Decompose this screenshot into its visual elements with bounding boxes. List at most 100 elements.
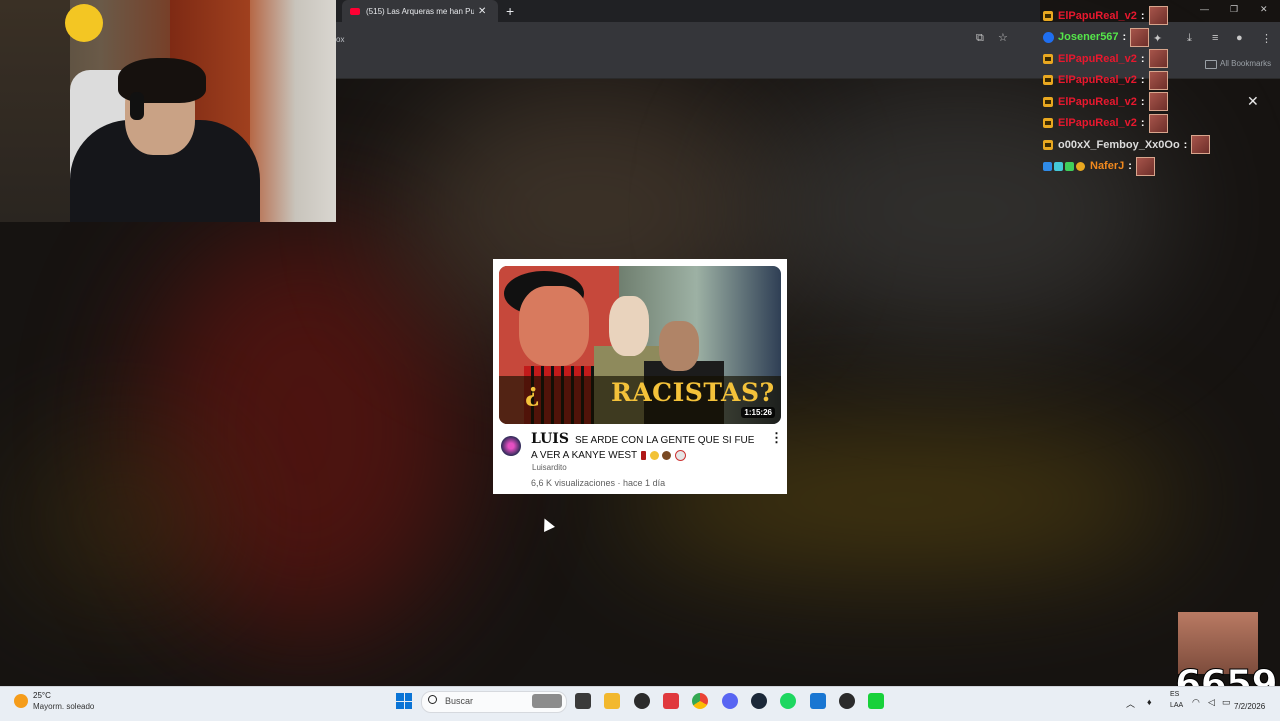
chat-message: ElPapuReal_v2 : [1043, 70, 1243, 92]
video-title[interactable]: LUIS SE ARDE CON LA GENTE QUE SI FUE A VE… [531, 432, 761, 463]
star-badge-icon [1065, 161, 1074, 171]
start-button[interactable] [396, 693, 412, 709]
emote-icon [1148, 49, 1168, 69]
file-explorer-icon[interactable] [604, 693, 620, 709]
emote-icon [1148, 92, 1168, 112]
search-highlight-image [532, 694, 562, 708]
chat-message: o00xX_Femboy_Xx0Oo : [1043, 134, 1243, 156]
badge-group [1043, 161, 1085, 171]
emote-icon [1191, 135, 1211, 155]
chat-username: ElPapuReal_v2 [1058, 74, 1137, 87]
chat-username: ElPapuReal_v2 [1058, 95, 1137, 108]
video-card[interactable]: ¿ RACISTAS? 1:15:26 LUIS SE ARDE CON LA G… [493, 259, 787, 494]
more-options-icon[interactable]: ⋮ [770, 431, 783, 444]
webcam-figurine [65, 4, 103, 42]
app-red-icon[interactable] [663, 693, 679, 709]
chat-separator: : [1140, 9, 1145, 22]
chat-message: ElPapuReal_v2 : [1043, 91, 1243, 113]
thumbnail-text: RACISTAS? [611, 378, 775, 407]
chat-username: o00xX_Femboy_Xx0Oo [1058, 138, 1180, 151]
spotify-icon[interactable] [780, 693, 796, 709]
thumbnail-person-head [609, 296, 649, 356]
menu-icon[interactable]: ⋮ [1261, 32, 1272, 45]
thumbnail-cartoon-face [519, 286, 589, 366]
emote-icon [1148, 6, 1168, 26]
chat-message: ElPapuReal_v2 : [1043, 5, 1243, 27]
microphone-icon[interactable]: ♦ [1147, 697, 1152, 707]
task-view-icon[interactable] [575, 693, 591, 709]
discord-icon[interactable] [722, 693, 738, 709]
search-placeholder: Buscar [445, 696, 474, 706]
youtube-favicon-icon [350, 7, 360, 15]
title-logo: LUIS [531, 431, 569, 447]
chat-message: NaferJ : [1043, 156, 1243, 178]
app-dark-icon[interactable] [839, 693, 855, 709]
address-text: ox [336, 35, 345, 44]
new-tab-icon[interactable]: + [506, 3, 514, 19]
chat-separator: : [1128, 160, 1132, 173]
emoji-icon [662, 450, 672, 460]
stream-chat: ElPapuReal_v2 : Josener567 : ElPapuReal_… [1043, 5, 1243, 177]
weather-description[interactable]: Mayorm. soleado [33, 702, 94, 711]
emoji-icon [640, 450, 646, 460]
emote-icon [1148, 70, 1168, 90]
chat-separator: : [1122, 31, 1127, 44]
steam-icon[interactable] [751, 693, 767, 709]
channel-avatar[interactable] [501, 436, 521, 456]
weather-sun-icon[interactable] [14, 694, 28, 708]
bookmark-star-icon[interactable]: ☆ [998, 31, 1008, 44]
volume-icon[interactable]: ◁ [1208, 697, 1215, 708]
webcam-feed [0, 0, 336, 222]
chat-username: ElPapuReal_v2 [1058, 117, 1137, 130]
app-green-icon[interactable] [868, 693, 884, 709]
emote-icon [1130, 27, 1150, 47]
emoji-icon [675, 449, 687, 461]
close-overlay-icon[interactable]: ✕ [1247, 93, 1259, 110]
wifi-icon[interactable]: ◠ [1192, 697, 1200, 708]
weather-temperature[interactable]: 25°C [33, 691, 51, 700]
chat-separator: : [1140, 95, 1145, 108]
emote-icon [1148, 113, 1168, 133]
channel-name[interactable]: Luisardito [532, 463, 567, 472]
prime-badge-icon [1043, 161, 1052, 171]
tab-close-icon[interactable]: ✕ [478, 6, 486, 17]
language-indicator[interactable]: ES [1170, 691, 1179, 698]
chat-username: Josener567 [1058, 31, 1119, 44]
search-icon [428, 695, 437, 704]
chrome-icon[interactable] [692, 693, 708, 709]
chat-separator: : [1140, 117, 1145, 130]
emote-icon [1135, 156, 1155, 176]
subscriber-badge-icon [1043, 10, 1053, 21]
battery-icon[interactable]: ▭ [1222, 697, 1231, 708]
chat-separator: : [1140, 74, 1145, 87]
video-duration: 1:15:26 [741, 407, 775, 418]
browser-tab[interactable]: (515) Las Arqueras me han Pue ✕ [342, 0, 498, 22]
webcam-shelf [0, 0, 70, 222]
keyboard-layout[interactable]: LAA [1170, 702, 1183, 709]
gem-badge-icon [1054, 161, 1063, 171]
background-blob-left [20, 440, 220, 600]
obs-icon[interactable] [634, 693, 650, 709]
install-app-icon[interactable]: ⧉ [976, 32, 984, 45]
tray-chevron-icon[interactable]: ︿ [1126, 697, 1135, 710]
chat-username: NaferJ [1090, 160, 1125, 173]
webcam-headset [130, 92, 144, 120]
chat-username: ElPapuReal_v2 [1058, 9, 1137, 22]
video-thumbnail[interactable]: ¿ RACISTAS? 1:15:26 [499, 266, 781, 424]
chat-username: ElPapuReal_v2 [1058, 52, 1137, 65]
notepad-icon[interactable] [810, 693, 826, 709]
close-window-icon[interactable]: ✕ [1260, 4, 1268, 15]
taskbar-date[interactable]: 7/2/2026 [1234, 702, 1265, 711]
subscriber-badge-icon [1043, 53, 1053, 64]
emoji-icon [649, 450, 659, 460]
subscriber-badge-icon [1043, 75, 1053, 86]
thumbnail-question-mark: ¿ [525, 378, 540, 407]
chat-message: ElPapuReal_v2 : [1043, 48, 1243, 70]
chat-message: ElPapuReal_v2 : [1043, 113, 1243, 135]
subscriber-badge-icon [1043, 118, 1053, 129]
subscriber-badge-icon [1043, 139, 1053, 150]
chat-message: Josener567 : [1043, 27, 1243, 49]
video-meta: 6,6 K visualizaciones · hace 1 día [531, 478, 666, 488]
subscriber-badge-icon [1043, 96, 1053, 107]
chat-separator: : [1183, 138, 1188, 151]
